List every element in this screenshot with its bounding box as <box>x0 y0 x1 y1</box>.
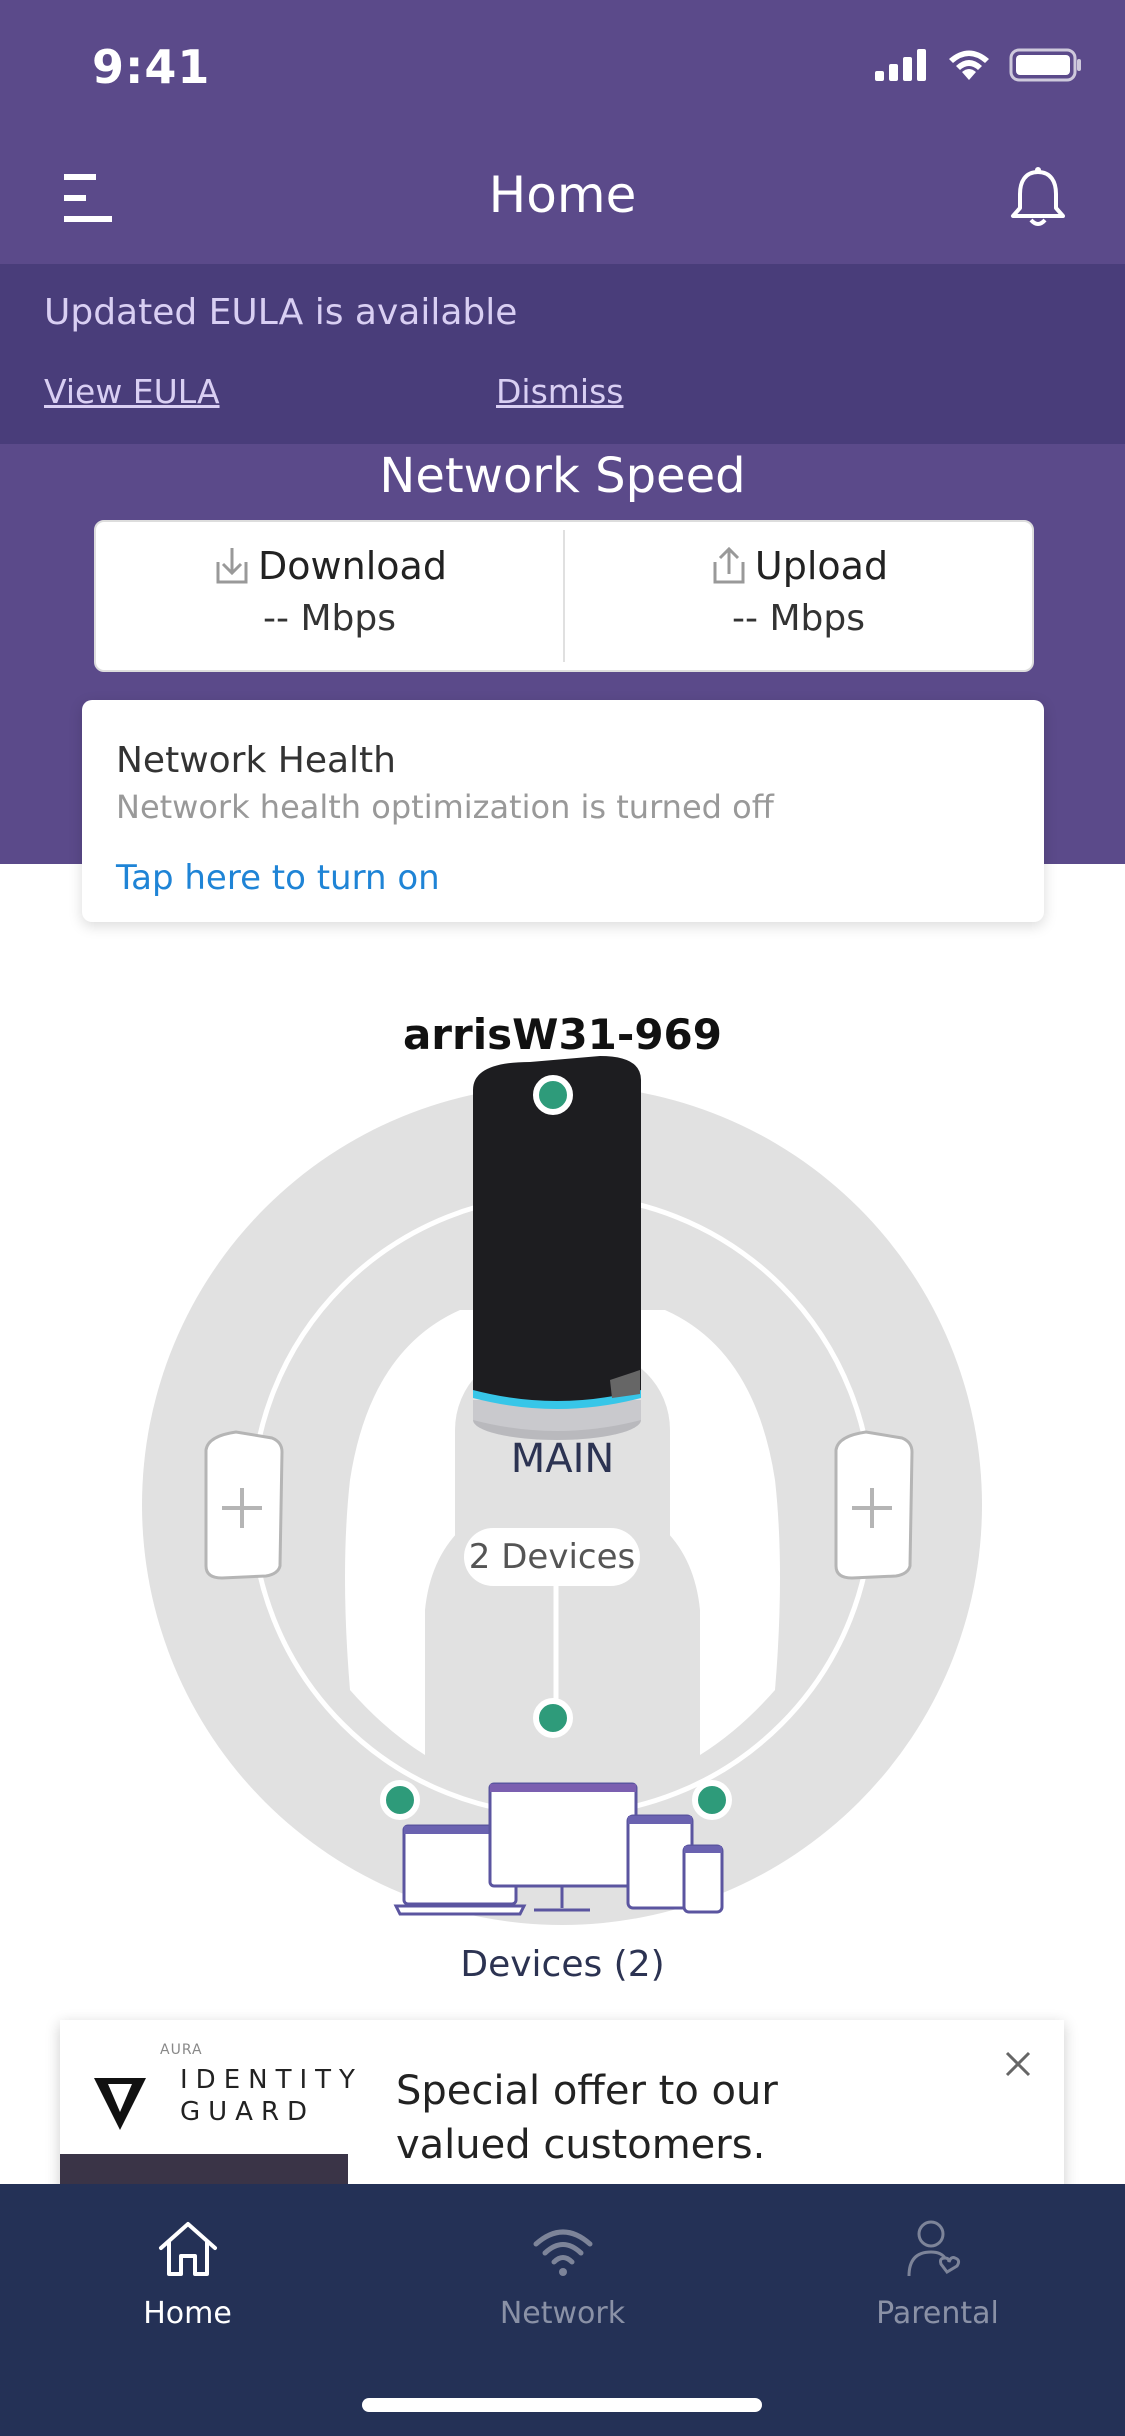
wifi-status-icon <box>949 50 989 80</box>
battery-icon <box>1009 48 1081 82</box>
status-bar: 9:41 <box>0 0 1125 132</box>
turn-on-health-link[interactable]: Tap here to turn on <box>116 858 440 898</box>
parental-icon <box>907 2220 960 2277</box>
topology-diagram <box>142 1056 982 1925</box>
tab-network-label: Network <box>499 2296 626 2331</box>
view-eula-link[interactable]: View EULA <box>44 372 220 411</box>
upload-section: Upload -- Mbps <box>565 544 1032 639</box>
wifi-icon <box>533 2229 592 2276</box>
promo-brand: IDENTITY GUARD <box>180 2064 363 2128</box>
upload-label: Upload <box>754 544 889 588</box>
home-indicator <box>362 2398 762 2412</box>
router-devices-pill[interactable]: 2 Devices <box>464 1528 640 1586</box>
promo-message: Special offer to our valued customers. <box>396 2068 778 2168</box>
health-subtitle: Network health optimization is turned of… <box>116 788 774 826</box>
network-health-card: Network Health Network health optimizati… <box>82 700 1044 922</box>
download-section: Download -- Mbps <box>96 544 563 639</box>
app-header: Home <box>0 132 1125 264</box>
network-speed-title: Network Speed <box>379 448 746 504</box>
download-value: -- Mbps <box>263 598 396 639</box>
devices-count-label[interactable]: Devices (2) <box>0 1944 1125 1985</box>
health-title: Network Health <box>116 740 396 781</box>
page-title: Home <box>488 166 637 224</box>
download-icon <box>216 548 248 584</box>
signal-icon <box>875 49 926 81</box>
router-label: MAIN <box>510 1436 615 1482</box>
tab-network[interactable]: Network <box>375 2218 750 2331</box>
upload-value: -- Mbps <box>732 598 865 639</box>
tab-home[interactable]: Home <box>0 2218 375 2331</box>
promo-brand-line1: IDENTITY <box>180 2065 363 2095</box>
status-time: 9:41 <box>92 40 211 94</box>
eula-banner: Updated EULA is available View EULA Dism… <box>0 264 1125 444</box>
upload-icon <box>713 546 745 584</box>
tab-parental-label: Parental <box>876 2296 999 2331</box>
bell-icon[interactable] <box>1009 166 1067 230</box>
promo-brand-small: AURA <box>160 2042 203 2058</box>
dismiss-eula-link[interactable]: Dismiss <box>496 372 623 411</box>
tab-home-label: Home <box>143 2296 232 2331</box>
speed-card: Download -- Mbps Upload -- Mbps <box>94 520 1034 672</box>
close-icon[interactable] <box>1004 2050 1032 2078</box>
promo-brand-line2: GUARD <box>180 2097 316 2127</box>
home-icon <box>158 2222 217 2276</box>
download-label: Download <box>258 544 447 588</box>
identity-guard-logo-icon <box>94 2078 146 2130</box>
eula-message: Updated EULA is available <box>44 292 518 333</box>
status-icons <box>873 48 1083 82</box>
tab-parental[interactable]: Parental <box>750 2218 1125 2331</box>
